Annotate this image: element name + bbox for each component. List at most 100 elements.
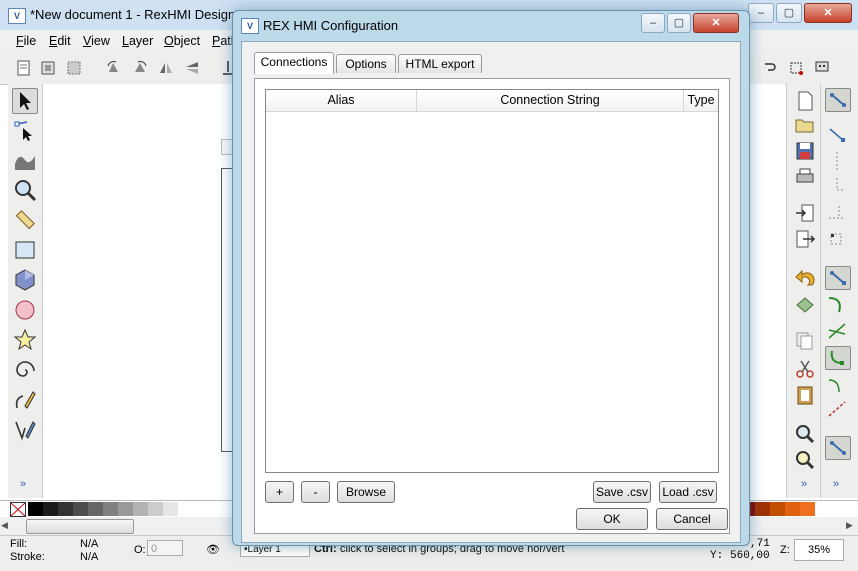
zoom-input[interactable]: 35% [794, 539, 844, 561]
3d-box-tool-icon[interactable] [13, 268, 37, 292]
save-csv-button[interactable]: Save .csv [593, 481, 651, 503]
column-alias[interactable]: Alias [266, 90, 417, 112]
browse-button[interactable]: Browse [337, 481, 395, 503]
scroll-thumb[interactable] [26, 519, 134, 534]
save-icon[interactable] [793, 140, 817, 162]
snap-paths-icon[interactable] [825, 294, 849, 316]
snap-bbox-icon[interactable] [788, 60, 804, 76]
palette-swatch[interactable] [755, 502, 770, 516]
menu-layer[interactable]: Layer [122, 34, 153, 48]
print-icon[interactable] [793, 166, 817, 188]
tab-options[interactable]: Options [336, 54, 396, 73]
node-tool-icon[interactable] [13, 118, 37, 142]
palette-swatch[interactable] [148, 502, 163, 516]
palette-swatch[interactable] [73, 502, 88, 516]
snap-nodes-icon[interactable] [814, 60, 830, 76]
zoom-drawing-icon[interactable] [793, 448, 817, 470]
column-type[interactable]: Type [684, 90, 718, 112]
no-paint-swatch[interactable] [10, 502, 26, 517]
opacity-label: O: [134, 544, 146, 556]
minimize-button[interactable]: – [748, 3, 774, 23]
zoom-tool-icon[interactable] [13, 178, 37, 202]
palette-swatch[interactable] [118, 502, 133, 516]
dialog-maximize-button[interactable]: ▢ [667, 13, 691, 33]
palette-swatch[interactable] [43, 502, 58, 516]
snap-intersections-icon[interactable] [825, 320, 849, 342]
scroll-right-icon[interactable]: ▶ [846, 520, 853, 531]
add-connection-button[interactable]: + [265, 481, 294, 503]
snap-centers-icon[interactable] [825, 436, 851, 460]
tweak-tool-icon[interactable] [13, 148, 37, 172]
rectangle-tool-icon[interactable] [13, 238, 37, 262]
invert-selection-icon[interactable] [66, 60, 82, 76]
palette-swatch[interactable] [103, 502, 118, 516]
menu-object[interactable]: Object [164, 34, 200, 48]
pen-tool-icon[interactable] [13, 418, 37, 442]
undo-icon[interactable] [793, 268, 817, 290]
snap-bbox-midpoints-icon[interactable] [825, 176, 849, 198]
new-document-icon[interactable] [793, 90, 817, 112]
close-button[interactable]: ✕ [804, 3, 852, 23]
snap-midpoints-icon[interactable] [825, 398, 849, 420]
menu-file[interactable]: File [16, 34, 36, 48]
remove-connection-button[interactable]: - [301, 481, 330, 503]
snap-toggle-icon[interactable] [762, 60, 778, 76]
column-connection-string[interactable]: Connection String [417, 90, 684, 112]
flip-vertical-icon[interactable] [184, 60, 200, 76]
palette-swatch[interactable] [133, 502, 148, 516]
palette-swatch[interactable] [178, 502, 193, 516]
rotate-ccw-icon[interactable] [106, 60, 122, 76]
snap-smooth-nodes-icon[interactable] [825, 374, 849, 396]
maximize-button[interactable]: ▢ [776, 3, 802, 23]
cancel-button[interactable]: Cancel [656, 508, 728, 530]
menu-edit[interactable]: Edit [49, 34, 71, 48]
ok-button[interactable]: OK [576, 508, 648, 530]
measure-tool-icon[interactable] [13, 208, 37, 232]
cut-icon[interactable] [793, 358, 817, 380]
snap-more-icon[interactable]: » [833, 478, 839, 490]
select-all-layers-icon[interactable] [40, 60, 56, 76]
palette-swatch[interactable] [163, 502, 178, 516]
copy-icon[interactable] [793, 330, 817, 352]
paste-icon[interactable] [793, 384, 817, 406]
tab-connections[interactable]: Connections [254, 52, 334, 74]
spiral-tool-icon[interactable] [13, 358, 37, 382]
dialog-close-button[interactable]: ✕ [693, 13, 739, 33]
redo-icon[interactable] [793, 294, 817, 316]
palette-swatch[interactable] [800, 502, 815, 516]
commands-bar: » [786, 84, 821, 498]
palette-swatch[interactable] [58, 502, 73, 516]
toggle-visibility-icon[interactable]: 👁 [206, 543, 220, 556]
menu-view[interactable]: View [83, 34, 110, 48]
palette-swatch[interactable] [770, 502, 785, 516]
pencil-tool-icon[interactable] [13, 388, 37, 412]
ellipse-tool-icon[interactable] [13, 298, 37, 322]
commands-more-icon[interactable]: » [801, 478, 807, 490]
snap-bbox-corners-icon[interactable] [825, 150, 849, 172]
star-tool-icon[interactable] [13, 328, 37, 352]
scroll-left-icon[interactable]: ◀ [1, 520, 8, 531]
snap-page-border-icon[interactable] [825, 228, 849, 250]
selector-tool-icon[interactable] [12, 88, 38, 114]
toolbox-more-icon[interactable]: » [20, 478, 26, 490]
flip-horizontal-icon[interactable] [158, 60, 174, 76]
palette-swatch[interactable] [88, 502, 103, 516]
palette-swatch[interactable] [28, 502, 43, 516]
import-icon[interactable] [793, 202, 817, 224]
zoom-selection-icon[interactable] [793, 422, 817, 444]
tab-html-export[interactable]: HTML export [398, 54, 482, 73]
snap-bbox-centers-icon[interactable] [825, 202, 849, 224]
load-csv-button[interactable]: Load .csv [659, 481, 717, 503]
snap-cusp-nodes-icon[interactable] [825, 346, 851, 370]
snap-nodes-icon[interactable] [825, 266, 851, 290]
snap-bbox-edge-icon[interactable] [825, 124, 849, 146]
rotate-cw-icon[interactable] [132, 60, 148, 76]
export-icon[interactable] [793, 228, 817, 250]
select-all-icon[interactable] [16, 60, 32, 76]
dialog-minimize-button[interactable]: – [641, 13, 665, 33]
enable-snapping-icon[interactable] [825, 88, 851, 112]
open-folder-icon[interactable] [793, 114, 817, 136]
palette-swatch[interactable] [785, 502, 800, 516]
opacity-input[interactable]: 0 [147, 540, 183, 556]
connections-table[interactable]: Alias Connection String Type [265, 89, 719, 473]
